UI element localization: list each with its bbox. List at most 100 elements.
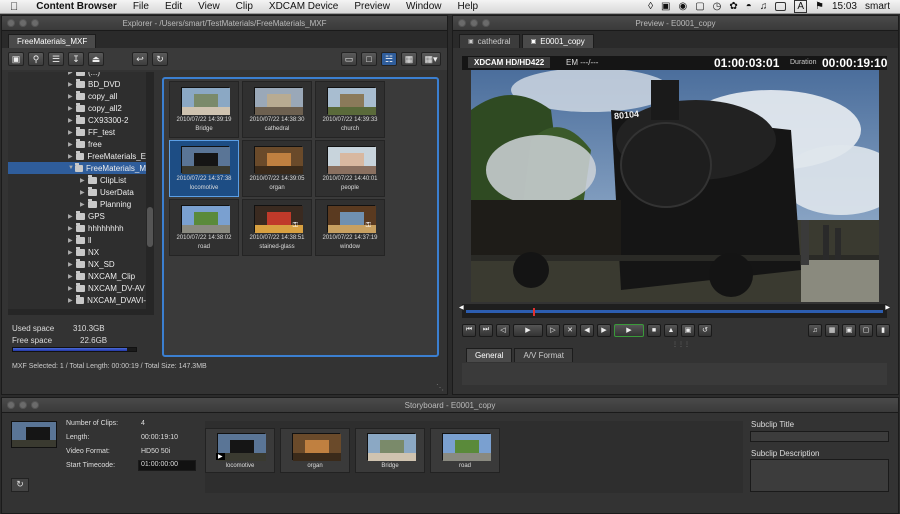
tab-freematerials[interactable]: FreeMaterials_MXF <box>8 34 97 48</box>
tree-item[interactable]: ▶ UserData <box>8 186 146 198</box>
list-icon[interactable]: ☰ <box>48 52 64 66</box>
snapshot-icon[interactable]: ▣ <box>681 323 695 337</box>
levels-icon[interactable]: ▮ <box>876 323 890 337</box>
tree-item[interactable]: ▶ NXCAM_DVAVI- <box>8 294 146 306</box>
import-icon[interactable]: ↧ <box>68 52 84 66</box>
tree-scroll-thumb[interactable] <box>147 207 153 247</box>
tree-item[interactable]: ▶ CX93300-2 <box>8 114 146 126</box>
app-menu[interactable]: Content Browser <box>28 1 125 12</box>
tree-item[interactable]: ▶ FreeMaterials_E <box>8 150 146 162</box>
menu-edit[interactable]: Edit <box>157 1 190 12</box>
disclosure-closed-icon[interactable]: ▶ <box>68 237 76 244</box>
disclosure-closed-icon[interactable]: ▶ <box>68 141 76 148</box>
clip-grid[interactable]: 2010/07/22 14:39:19 Bridge 2010/07/22 14:3… <box>162 77 439 357</box>
go-to-start-icon[interactable]: ⏮ <box>462 323 476 337</box>
notes-icon[interactable]: ▣ <box>661 1 670 12</box>
folder-tree[interactable]: ▶ (...) ▶ BD_DVD ▶ copy_all ▶ copy_all2 ▶ CX93300… <box>8 72 154 315</box>
tree-item[interactable]: ▶ hhhhhhhh <box>8 222 146 234</box>
tree-item[interactable]: ▶ NX_SD <box>8 258 146 270</box>
disclosure-closed-icon[interactable]: ▶ <box>68 81 76 88</box>
tree-item[interactable]: ▶ NX <box>8 246 146 258</box>
storyboard-refresh-icon[interactable]: ↻ <box>11 478 29 492</box>
disclosure-open-icon[interactable]: ▼ <box>68 165 75 171</box>
go-to-end-icon[interactable]: ⏭ <box>479 323 493 337</box>
tree-view-icon[interactable]: ☵ <box>381 52 397 66</box>
menu-help[interactable]: Help <box>450 1 487 12</box>
menu-clip[interactable]: Clip <box>228 1 261 12</box>
disclosure-closed-icon[interactable]: ▶ <box>68 225 76 232</box>
tab-cathedral[interactable]: ▣ cathedral <box>459 34 520 48</box>
tree-item[interactable]: ▶ copy_all <box>8 90 146 102</box>
search-icon[interactable]: ⚲ <box>28 52 44 66</box>
apple-menu-icon[interactable]:  <box>0 1 28 13</box>
clip-tile[interactable]: 2010/07/22 14:40:01 people <box>315 140 385 197</box>
storyboard-titlebar[interactable]: Storyboard - E0001_copy <box>2 398 898 413</box>
disclosure-closed-icon[interactable]: ▶ <box>68 285 76 292</box>
stop-icon[interactable]: ■ <box>647 323 661 337</box>
export-frame-icon[interactable]: ▦ <box>825 323 839 337</box>
monitor-icon[interactable]: ▭ <box>341 52 357 66</box>
tree-hscrollbar[interactable] <box>8 309 154 315</box>
tree-item[interactable]: ▶ NXCAM_Clip <box>8 270 146 282</box>
menu-preview[interactable]: Preview <box>346 1 398 12</box>
timeline[interactable]: ◀ ▶ <box>459 304 890 318</box>
mark-in-icon[interactable]: ▲ <box>664 323 678 337</box>
storyboard-zoom-button[interactable] <box>31 401 39 409</box>
tree-item[interactable]: ▶ copy_all2 <box>8 102 146 114</box>
battery-icon[interactable] <box>775 2 787 11</box>
disclosure-closed-icon[interactable]: ▶ <box>68 261 76 268</box>
disclosure-closed-icon[interactable]: ▶ <box>80 189 88 196</box>
time-machine-icon[interactable]: ◷ <box>713 1 722 12</box>
storyboard-clip[interactable]: Bridge <box>355 428 425 473</box>
play-button-icon[interactable]: ▶ <box>614 323 644 337</box>
storyboard-minimize-button[interactable] <box>19 401 27 409</box>
loop-icon[interactable]: ↺ <box>698 323 712 337</box>
tree-scrollbar[interactable] <box>146 72 154 315</box>
refresh-icon[interactable]: ↻ <box>152 52 168 66</box>
tree-item[interactable]: ▶ NXCAM_DV-AV <box>8 282 146 294</box>
explorer-titlebar[interactable]: Explorer - /Users/smart/TestMaterials/Fr… <box>2 16 447 31</box>
menu-view[interactable]: View <box>190 1 228 12</box>
clock[interactable]: 15:03 <box>832 1 857 12</box>
tab-e0001-copy[interactable]: ▣ E0001_copy <box>521 34 594 48</box>
tree-item[interactable]: ▼ FreeMaterials_M <box>8 162 146 174</box>
user-name[interactable]: smart <box>865 1 890 12</box>
clip-tile[interactable]: 2010/07/22 14:39:33 church <box>315 81 385 138</box>
preview-zoom-button[interactable] <box>482 19 490 27</box>
storyboard-clip[interactable]: road <box>430 428 500 473</box>
tree-item[interactable]: ▶ FF_test <box>8 126 146 138</box>
minimize-button[interactable] <box>19 19 27 27</box>
new-folder-icon[interactable]: ▣ <box>8 52 24 66</box>
timeline-start-icon[interactable]: ◀ <box>459 304 464 311</box>
tab-general[interactable]: General <box>466 348 513 362</box>
subclip-description-input[interactable] <box>750 459 889 492</box>
grid-view-icon[interactable]: ▦▾ <box>421 52 441 66</box>
clip-tile[interactable]: 2010/07/22 14:39:05 organ <box>242 140 312 197</box>
disclosure-closed-icon[interactable]: ▶ <box>80 201 88 208</box>
disclosure-closed-icon[interactable]: ▶ <box>68 213 76 220</box>
export-icon[interactable]: ↩ <box>132 52 148 66</box>
add-to-storyboard-icon[interactable]: ▣ <box>842 323 856 337</box>
storyboard-close-button[interactable] <box>7 401 15 409</box>
subclip-title-input[interactable] <box>750 431 889 442</box>
next-frame-icon[interactable]: ▷ <box>546 323 560 337</box>
menu-window[interactable]: Window <box>398 1 450 12</box>
storyboard-clip[interactable]: ▶ locomotive <box>205 428 275 473</box>
disclosure-closed-icon[interactable]: ▶ <box>68 249 76 256</box>
wifi-icon[interactable]: ◓ <box>746 1 752 12</box>
add-clip-icon[interactable]: □ <box>361 52 377 66</box>
tree-item[interactable]: ▶ BD_DVD <box>8 78 146 90</box>
disclosure-closed-icon[interactable]: ▶ <box>68 129 76 136</box>
tree-item[interactable]: ▶ ll <box>8 234 146 246</box>
clip-tile[interactable]: 2010/07/22 14:37:38 locomotive <box>169 140 239 197</box>
jog-slider[interactable]: ▶ <box>513 323 543 337</box>
preview-minimize-button[interactable] <box>470 19 478 27</box>
disclosure-closed-icon[interactable]: ▶ <box>68 297 76 304</box>
dropbox-icon[interactable]: ◊ <box>648 1 653 12</box>
disclosure-closed-icon[interactable]: ▶ <box>68 153 76 160</box>
disclosure-closed-icon[interactable]: ▶ <box>68 273 76 280</box>
timeline-end-icon[interactable]: ▶ <box>885 304 890 311</box>
tree-item[interactable]: ▶ ClipList <box>8 174 146 186</box>
menu-xdcam-device[interactable]: XDCAM Device <box>261 1 346 12</box>
playhead[interactable] <box>532 308 535 316</box>
